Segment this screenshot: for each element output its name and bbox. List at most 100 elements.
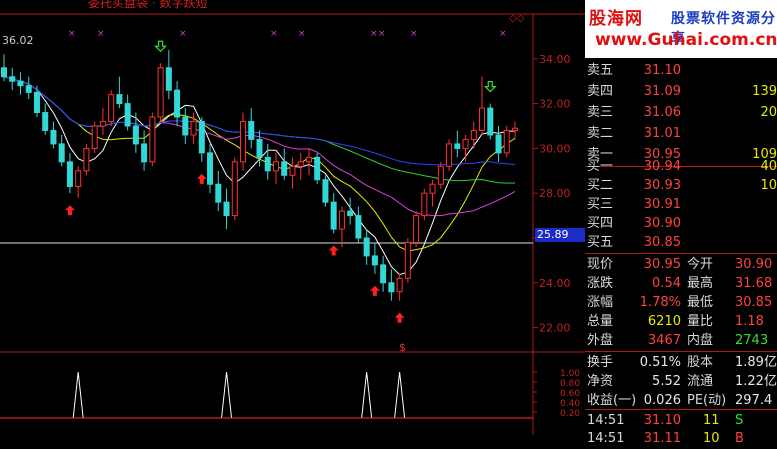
quote-value: 30.95 <box>643 257 681 272</box>
price-tick-label: 28.00 <box>539 187 571 200</box>
chart-canvas[interactable]: 34.0032.0030.0028.0026.0024.0022.001.000… <box>0 0 585 435</box>
ask-row[interactable]: 卖四 31.09 139 <box>585 82 777 102</box>
fund-row: 换手 0.51% 股本 1.89亿 <box>585 353 777 373</box>
candle-body <box>446 143 453 167</box>
ask-label: 卖四 <box>587 84 614 99</box>
fund-label-2: 股本 <box>687 355 714 370</box>
ask-price: 31.10 <box>643 63 681 78</box>
fund-label: 净资 <box>587 374 614 389</box>
quote-value-2: 1.18 <box>735 314 764 329</box>
indicator-line <box>0 371 515 419</box>
ask-volume: 20 <box>760 105 777 120</box>
indicator-tick-label: 0.80 <box>560 379 580 389</box>
quote-value: 0.54 <box>652 276 681 291</box>
buy-arrow-icon <box>328 245 339 256</box>
quote-label: 涨幅 <box>587 295 614 310</box>
candle-body <box>495 134 502 154</box>
bid-price: 30.94 <box>643 159 681 174</box>
quote-value-2: 30.90 <box>735 257 773 272</box>
tick-volume: 10 <box>703 431 720 446</box>
quote-value: 3467 <box>647 333 681 348</box>
tick-volume: 11 <box>703 413 720 428</box>
candle-body <box>454 143 461 149</box>
candle-body <box>91 125 98 149</box>
ask-label: 卖五 <box>587 63 614 78</box>
period-marker: × <box>378 29 386 39</box>
bid-price: 30.90 <box>643 216 681 231</box>
period-marker: × <box>68 29 76 39</box>
period-marker: × <box>370 29 378 39</box>
bid-row[interactable]: 买三 30.91 <box>585 195 777 215</box>
fund-value: 0.51% <box>639 355 681 370</box>
sell-arrow-icon <box>483 81 497 93</box>
tick-price: 31.11 <box>643 431 681 446</box>
period-marker: × <box>499 29 507 39</box>
ask-row[interactable]: 卖二 31.01 <box>585 124 777 144</box>
candle-body <box>289 165 296 176</box>
indicator-tick-label: 0.20 <box>560 409 580 419</box>
tick-direction: B <box>735 431 744 446</box>
quote-label-2: 内盘 <box>687 333 714 348</box>
ask-row[interactable]: 卖三 31.06 20 <box>585 103 777 123</box>
candle-body <box>240 121 247 163</box>
candle-body <box>363 237 370 257</box>
bid-row[interactable]: 买二 30.93 10 <box>585 176 777 196</box>
candle-body <box>396 277 403 293</box>
price-tick-label: 32.00 <box>539 98 571 111</box>
kline-chart[interactable]: 34.0032.0030.0028.0026.0024.0022.001.000… <box>0 0 587 435</box>
quote-divider <box>585 351 777 352</box>
candle-body <box>182 116 189 136</box>
candle-body <box>256 138 263 158</box>
quote-value-2: 30.85 <box>735 295 773 310</box>
candle-body <box>33 91 40 114</box>
candle-body <box>207 152 214 185</box>
tick-time: 14:51 <box>587 413 625 428</box>
candle-body <box>17 80 24 87</box>
candle-body <box>75 170 82 187</box>
price-tick-label: 34.00 <box>539 53 571 66</box>
corner-icons[interactable]: ◇◇ <box>509 13 524 24</box>
fund-value-2: 297.4 <box>735 393 773 408</box>
candle-body <box>512 127 518 131</box>
quote-label: 涨跌 <box>587 276 614 291</box>
ask-row[interactable]: 卖五 31.10 <box>585 61 777 81</box>
period-marker: × <box>179 29 187 39</box>
candle-body <box>355 215 362 239</box>
quote-value-2: 2743 <box>735 333 769 348</box>
bid-volume: 10 <box>760 178 777 193</box>
quote-row: 涨跌 0.54 最高 31.68 <box>585 274 777 294</box>
ask-price: 31.06 <box>643 105 681 120</box>
bid-row[interactable]: 买四 30.90 <box>585 214 777 234</box>
candle-body <box>338 210 345 230</box>
candle-body <box>487 107 494 136</box>
candle-body <box>83 147 90 172</box>
buy-arrow-icon <box>369 285 380 296</box>
candle-body <box>66 161 73 187</box>
candle-body <box>58 143 65 163</box>
quote-label: 现价 <box>587 257 614 272</box>
fund-label: 换手 <box>587 355 614 370</box>
tick-row: 14:51 31.11 10 B <box>585 429 777 449</box>
period-marker: × <box>97 29 105 39</box>
sell-arrow-icon <box>154 40 168 53</box>
fund-value: 0.026 <box>643 393 681 408</box>
fund-value-2: 1.22亿 <box>735 374 777 389</box>
period-marker: × <box>298 29 306 39</box>
signal-glyph: $ <box>399 341 406 354</box>
quote-row: 现价 30.95 今开 30.90 <box>585 255 777 275</box>
candle-body <box>421 192 428 217</box>
quote-label-2: 今开 <box>687 257 714 272</box>
bid-label: 买二 <box>587 178 614 193</box>
candle-body <box>503 129 510 154</box>
bid-row[interactable]: 买一 30.94 40 <box>585 157 777 177</box>
fund-label-2: 流通 <box>687 374 714 389</box>
ask-label: 卖三 <box>587 105 614 120</box>
bid-price: 30.91 <box>643 197 681 212</box>
quote-row: 涨幅 1.78% 最低 30.85 <box>585 293 777 313</box>
candle-body <box>108 94 115 123</box>
candle-body <box>330 201 337 230</box>
bid-row[interactable]: 买五 30.85 <box>585 233 777 253</box>
buy-arrow-icon <box>394 312 405 323</box>
bid-price: 30.93 <box>643 178 681 193</box>
candle-body <box>404 241 411 279</box>
